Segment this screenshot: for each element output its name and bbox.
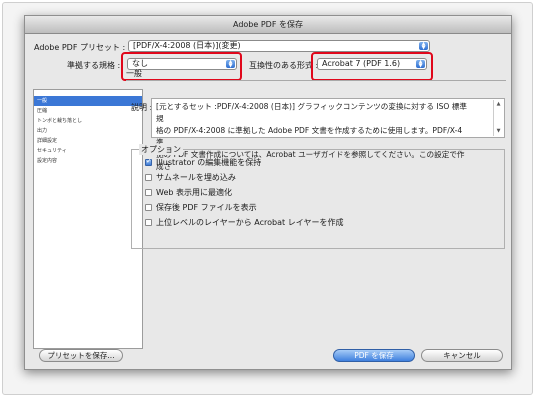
preset-value: [PDF/X-4:2008 (日本)](変更) bbox=[133, 41, 241, 50]
option-row[interactable]: Web 表示用に最適化 bbox=[145, 187, 232, 198]
save-preset-button[interactable]: プリセットを保存... bbox=[39, 349, 123, 362]
window-title: Adobe PDF を保存 bbox=[25, 16, 511, 34]
scroll-up-icon[interactable]: ▲ bbox=[494, 100, 503, 109]
option-label: 保存後 PDF ファイルを表示 bbox=[156, 203, 257, 212]
sidebar-item[interactable]: トンボと裁ち落とし bbox=[34, 116, 142, 126]
option-row[interactable]: Illustrator の編集機能を保持 bbox=[145, 157, 261, 168]
option-row[interactable]: サムネールを埋め込み bbox=[145, 172, 236, 183]
option-checkbox[interactable] bbox=[145, 157, 152, 166]
popup-arrows-icon: ▲ ▼ bbox=[416, 60, 425, 69]
sidebar-item[interactable]: セキュリティ bbox=[34, 146, 142, 156]
save-pdf-dialog: Adobe PDF を保存 Adobe PDF プリセット : [PDF/X-4… bbox=[24, 15, 512, 370]
scroll-down-icon[interactable]: ▼ bbox=[494, 127, 503, 136]
section-divider bbox=[126, 80, 506, 81]
option-row[interactable]: 保存後 PDF ファイルを表示 bbox=[145, 202, 257, 213]
section-title: 一般 bbox=[126, 69, 142, 78]
compat-popup[interactable]: Acrobat 7 (PDF 1.6) ▲ ▼ bbox=[317, 58, 427, 70]
option-checkbox[interactable] bbox=[145, 189, 152, 196]
option-row[interactable]: 上位レベルのレイヤーから Acrobat レイヤーを作成 bbox=[145, 217, 343, 228]
popup-arrows-icon: ▲ ▼ bbox=[226, 60, 235, 69]
option-label: サムネールを埋め込み bbox=[156, 173, 236, 182]
standard-label: 準拠する規格 : bbox=[67, 61, 121, 70]
standard-value: なし bbox=[132, 59, 148, 68]
save-pdf-button[interactable]: PDF を保存 bbox=[333, 349, 415, 362]
sidebar-item[interactable]: 詳細設定 bbox=[34, 136, 142, 146]
standard-popup[interactable]: なし ▲ ▼ bbox=[127, 58, 237, 70]
option-checkbox[interactable] bbox=[145, 174, 152, 181]
description-scrollbar[interactable]: ▲ ▼ bbox=[493, 100, 503, 136]
options-title: オプション bbox=[139, 144, 183, 155]
category-sidebar: 一般 圧縮 トンボと裁ち落とし 出力 詳細設定 セキュリティ 設定内容 bbox=[33, 89, 143, 349]
option-label: Illustrator の編集機能を保持 bbox=[156, 158, 262, 167]
cancel-button[interactable]: キャンセル bbox=[421, 349, 503, 362]
popup-arrows-icon: ▲ ▼ bbox=[419, 42, 428, 51]
sidebar-item[interactable]: 設定内容 bbox=[34, 156, 142, 166]
option-label: 上位レベルのレイヤーから Acrobat レイヤーを作成 bbox=[156, 218, 344, 227]
option-checkbox[interactable] bbox=[145, 204, 152, 211]
preset-popup[interactable]: [PDF/X-4:2008 (日本)](変更) ▲ ▼ bbox=[128, 40, 430, 52]
sidebar-item[interactable]: 出力 bbox=[34, 126, 142, 136]
option-checkbox[interactable] bbox=[145, 219, 152, 226]
description-label: 説明 : bbox=[131, 103, 153, 112]
preset-label: Adobe PDF プリセット : bbox=[34, 43, 126, 52]
compat-label: 互換性のある形式 : bbox=[249, 61, 319, 70]
sidebar-item[interactable]: 圧縮 bbox=[34, 106, 142, 116]
option-label: Web 表示用に最適化 bbox=[156, 188, 232, 197]
sidebar-item[interactable]: 一般 bbox=[34, 96, 142, 106]
compat-value: Acrobat 7 (PDF 1.6) bbox=[322, 59, 401, 68]
description-box: [元とするセット :PDF/X-4:2008 (日本)] グラフィックコンテンツ… bbox=[151, 98, 505, 171]
